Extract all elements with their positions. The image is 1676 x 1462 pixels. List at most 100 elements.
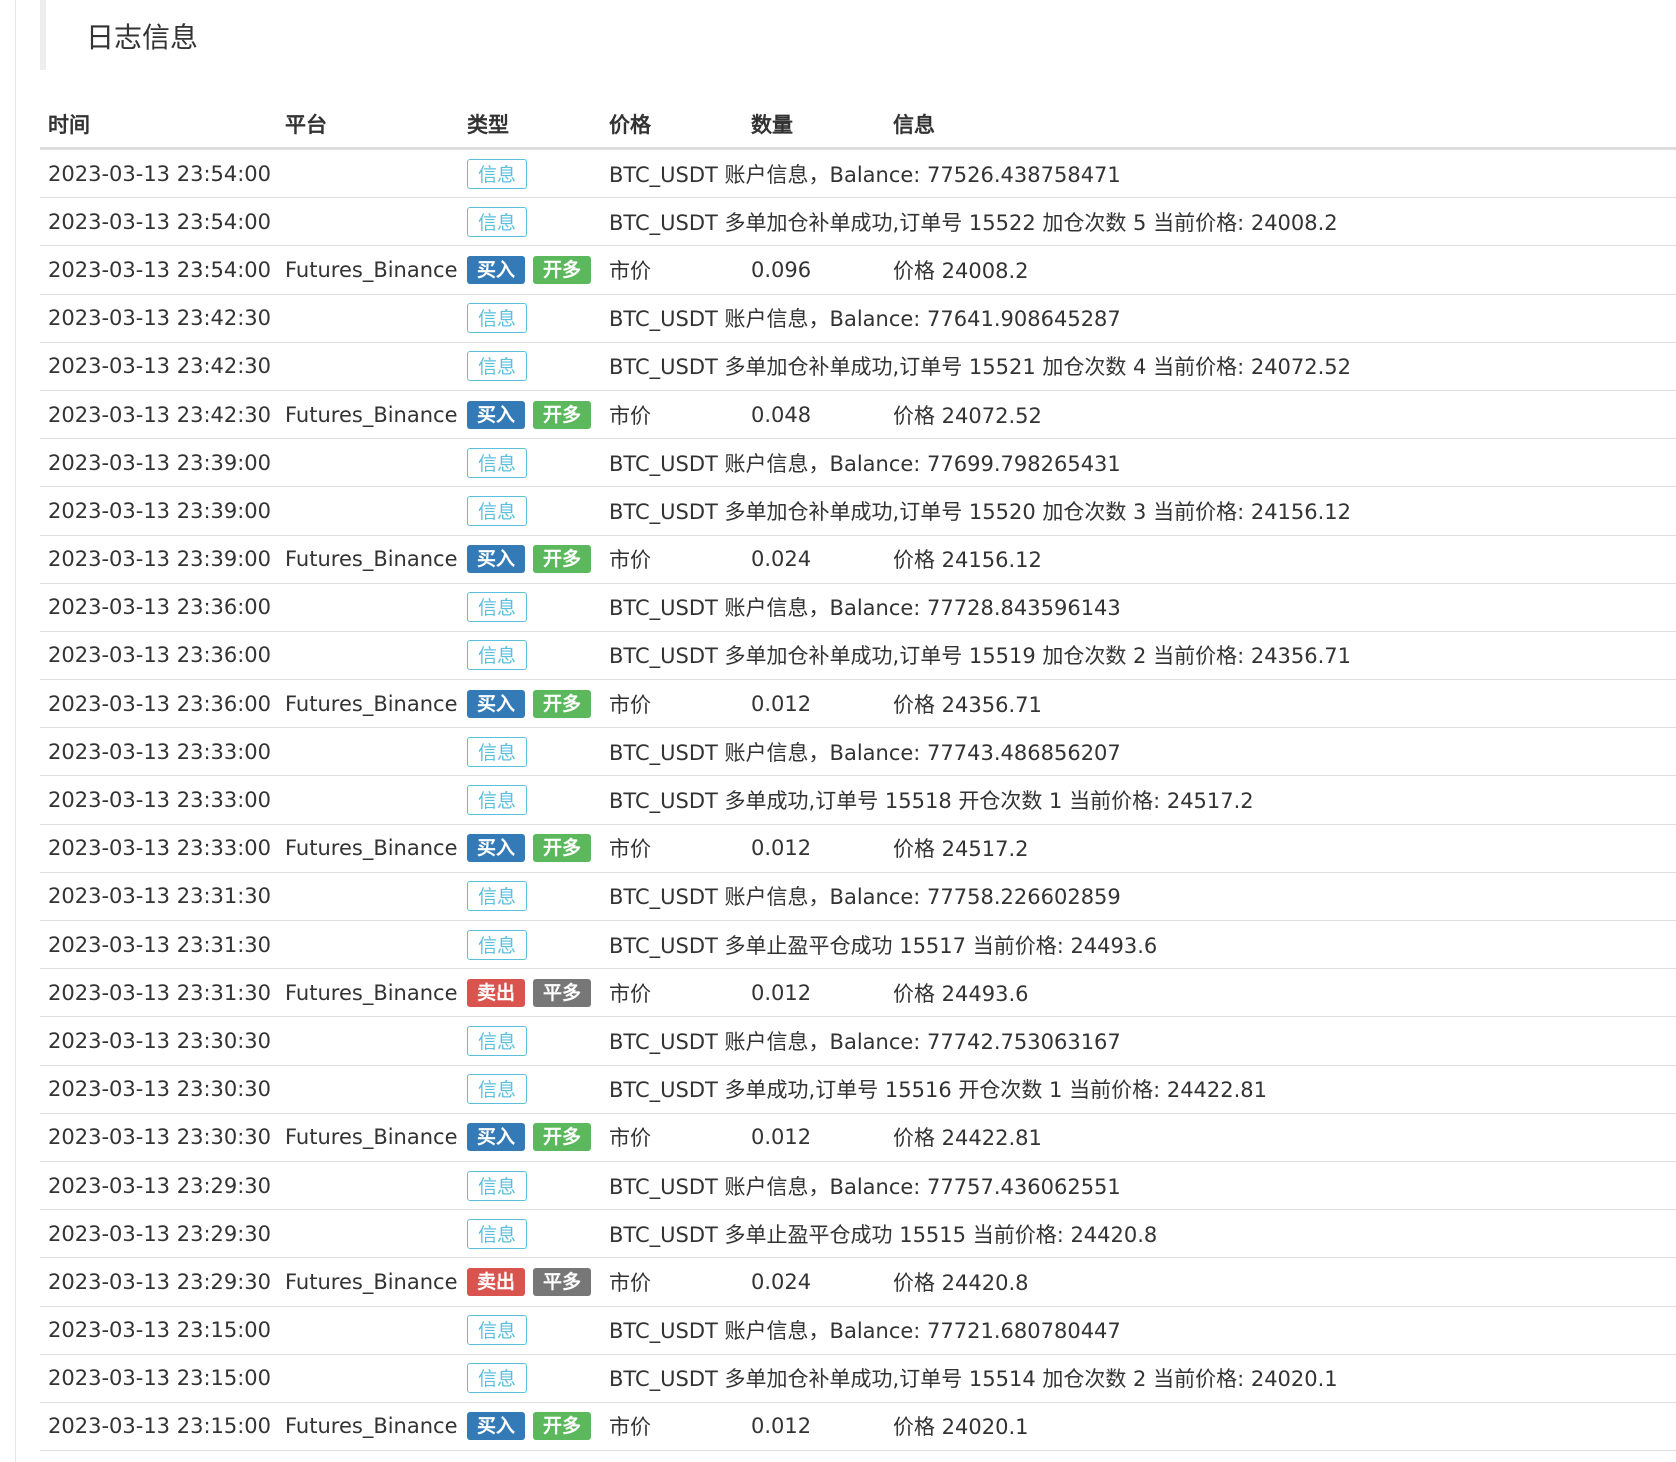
row-quantity: 0.096 (751, 257, 812, 282)
row-price: 市价 (609, 403, 651, 428)
table-row: 2023-03-13 23:29:30 Futures_Binance 卖出 平多 市价… (40, 1258, 1676, 1307)
table-row: 2023-03-13 23:30:30 信息 BTC_USDT 多单成功,订单号 1… (40, 1066, 1676, 1114)
row-time: 2023-03-13 23:39:00 (48, 547, 272, 572)
row-message: BTC_USDT 多单加仓补单成功,订单号 15521 加仓次数 4 当前价格:… (609, 355, 1352, 380)
row-price: 市价 (609, 258, 651, 283)
row-price: 市价 (609, 981, 651, 1006)
left-divider (15, 0, 16, 1462)
header-platform: 平台 (285, 112, 327, 137)
row-type: 信息 (459, 303, 601, 334)
info-badge: 信息 (467, 592, 528, 623)
info-badge: 信息 (467, 447, 528, 478)
row-price: 市价 (609, 692, 651, 717)
row-platform: Futures_Binance (285, 691, 458, 716)
row-time: 2023-03-13 23:29:30 (48, 1173, 272, 1198)
row-time: 2023-03-13 23:54:00 (48, 209, 272, 234)
row-quantity: 0.024 (751, 1269, 812, 1294)
table-row: 2023-03-13 23:29:30 信息 BTC_USDT 账户信息，Balan… (40, 1162, 1676, 1211)
row-type: 信息 (459, 351, 601, 382)
row-message: BTC_USDT 多单成功,订单号 15518 开仓次数 1 当前价格: 245… (609, 789, 1254, 814)
info-badge: 信息 (467, 1170, 528, 1201)
table-row: 2023-03-13 23:39:00 信息 BTC_USDT 账户信息，Balan… (40, 439, 1676, 488)
row-quantity: 0.012 (751, 691, 812, 716)
row-time: 2023-03-13 23:29:30 (48, 1221, 272, 1246)
info-badge: 信息 (467, 351, 528, 382)
info-badge: 信息 (467, 736, 528, 767)
row-message: BTC_USDT 多单加仓补单成功,订单号 15522 加仓次数 5 当前价格:… (609, 210, 1338, 235)
row-type: 卖出 平多 (459, 978, 601, 1007)
row-time: 2023-03-13 23:36:00 (48, 691, 272, 716)
row-time: 2023-03-13 23:36:00 (48, 595, 272, 620)
row-time: 2023-03-13 23:42:30 (48, 306, 272, 331)
row-time: 2023-03-13 23:29:30 (48, 1269, 272, 1294)
row-type: 买入 开多 (459, 255, 601, 284)
table-row: 2023-03-13 23:30:30 信息 BTC_USDT 账户信息，Balan… (40, 1017, 1676, 1066)
info-badge: 信息 (467, 303, 528, 334)
info-badge: 信息 (467, 1074, 528, 1105)
table-row: 2023-03-13 23:31:30 信息 BTC_USDT 多单止盈平仓成功 1… (40, 921, 1676, 970)
info-badge: 信息 (467, 929, 528, 960)
header-price: 价格 (609, 112, 651, 137)
row-message: BTC_USDT 账户信息，Balance: 77526.438758471 (609, 162, 1121, 187)
row-message: BTC_USDT 账户信息，Balance: 77758.226602859 (609, 885, 1121, 910)
row-quantity: 0.012 (751, 836, 812, 861)
close-long-badge: 平多 (533, 1267, 592, 1296)
row-time: 2023-03-13 23:30:30 (48, 1028, 272, 1053)
row-type: 信息 (459, 1218, 601, 1249)
row-platform: Futures_Binance (285, 1125, 458, 1150)
row-time: 2023-03-13 23:39:00 (48, 450, 272, 475)
row-platform: Futures_Binance (285, 257, 458, 282)
row-info: 价格 24517.2 (893, 837, 1029, 862)
row-time: 2023-03-13 23:36:00 (48, 643, 272, 668)
row-platform: Futures_Binance (285, 836, 458, 861)
open-long-badge: 开多 (533, 834, 592, 863)
row-type: 信息 (459, 447, 601, 478)
info-badge: 信息 (467, 1218, 528, 1249)
row-time: 2023-03-13 23:31:30 (48, 932, 272, 957)
header-info: 信息 (893, 112, 935, 137)
header-type: 类型 (467, 112, 509, 137)
row-time: 2023-03-13 23:31:30 (48, 980, 272, 1005)
row-time: 2023-03-13 23:15:00 (48, 1366, 272, 1391)
row-type: 信息 (459, 1363, 601, 1394)
row-info: 价格 24356.71 (893, 692, 1042, 717)
open-long-badge: 开多 (533, 1123, 592, 1152)
row-message: BTC_USDT 多单加仓补单成功,订单号 15520 加仓次数 3 当前价格:… (609, 499, 1352, 524)
row-type: 信息 (459, 206, 601, 237)
info-badge: 信息 (467, 1025, 528, 1056)
row-type: 买入 开多 (459, 689, 601, 718)
row-price: 市价 (609, 548, 651, 573)
row-time: 2023-03-13 23:33:00 (48, 788, 272, 813)
info-badge: 信息 (467, 1363, 528, 1394)
table-row: 2023-03-13 23:15:00 Futures_Binance 买入 开多 市价… (40, 1403, 1676, 1452)
row-type: 信息 (459, 736, 601, 767)
table-row: 2023-03-13 23:15:00 信息 BTC_USDT 账户信息，Balan… (40, 1307, 1676, 1355)
row-platform: Futures_Binance (285, 402, 458, 427)
table-row: 2023-03-13 23:54:00 信息 BTC_USDT 账户信息，Balan… (40, 150, 1676, 199)
row-type: 信息 (459, 495, 601, 526)
row-type: 信息 (459, 592, 601, 623)
row-type: 信息 (459, 640, 601, 671)
row-type: 信息 (459, 158, 601, 189)
table-row: 2023-03-13 23:15:00 信息 BTC_USDT 多单加仓补单成功,订… (40, 1355, 1676, 1403)
log-table: 时间 平台 类型 价格 数量 信息 2023-03-13 23:54:00 信息 B… (40, 100, 1676, 1452)
open-long-badge: 开多 (533, 400, 592, 429)
info-badge: 信息 (467, 1315, 528, 1346)
row-time: 2023-03-13 23:30:30 (48, 1077, 272, 1102)
open-long-badge: 开多 (533, 1412, 592, 1441)
row-price: 市价 (609, 837, 651, 862)
row-message: BTC_USDT 账户信息，Balance: 77728.843596143 (609, 596, 1121, 621)
buy-badge: 买入 (467, 689, 526, 718)
row-message: BTC_USDT 账户信息，Balance: 77757.436062551 (609, 1174, 1121, 1199)
row-time: 2023-03-13 23:42:30 (48, 402, 272, 427)
table-row: 2023-03-13 23:54:00 信息 BTC_USDT 多单加仓补单成功,订… (40, 198, 1676, 247)
row-platform: Futures_Binance (285, 1269, 458, 1294)
row-message: BTC_USDT 账户信息，Balance: 77721.680780447 (609, 1319, 1121, 1344)
row-type: 买入 开多 (459, 545, 601, 574)
table-row: 2023-03-13 23:33:00 信息 BTC_USDT 多单成功,订单号 1… (40, 776, 1676, 825)
row-info: 价格 24493.6 (893, 981, 1029, 1006)
row-message: BTC_USDT 多单止盈平仓成功 15517 当前价格: 24493.6 (609, 933, 1158, 958)
row-quantity: 0.024 (751, 547, 812, 572)
row-type: 买入 开多 (459, 400, 601, 429)
table-row: 2023-03-13 23:30:30 Futures_Binance 买入 开多 市价… (40, 1114, 1676, 1162)
